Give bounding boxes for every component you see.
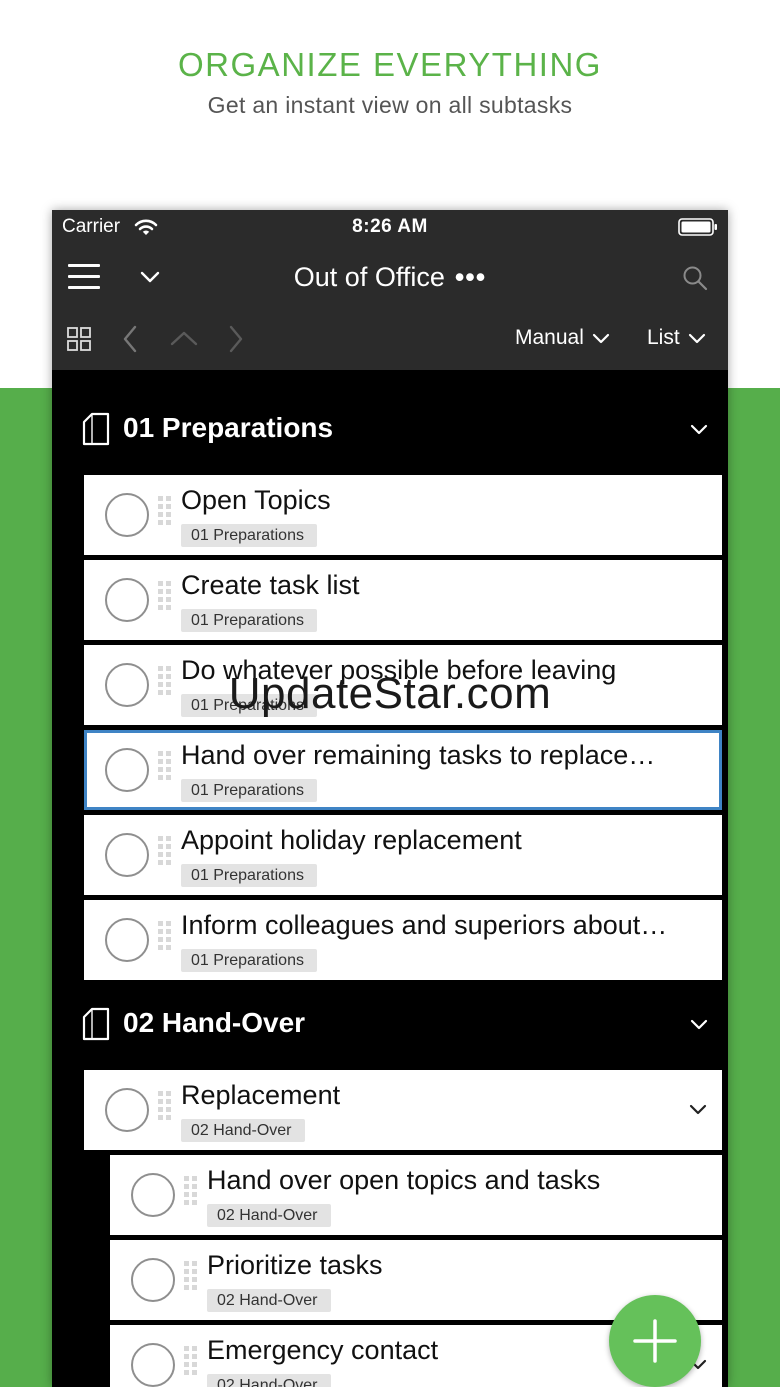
view-mode-label: List bbox=[647, 326, 680, 349]
task-checkbox[interactable] bbox=[105, 833, 149, 877]
group-header[interactable]: 02 Hand-Over bbox=[52, 965, 728, 1060]
drag-handle-icon[interactable] bbox=[158, 666, 172, 702]
plus-icon bbox=[633, 1319, 677, 1363]
task-title: Inform colleagues and superiors about… bbox=[181, 910, 668, 940]
sort-mode-dropdown[interactable]: Manual bbox=[515, 326, 610, 350]
battery-icon bbox=[678, 218, 717, 236]
subtask-row[interactable]: Hand over open topics and tasks 02 Hand-… bbox=[110, 1155, 722, 1235]
task-group-tag: 02 Hand-Over bbox=[207, 1374, 331, 1387]
notebook-icon bbox=[82, 412, 110, 446]
task-group-tag: 01 Preparations bbox=[181, 864, 317, 887]
drag-handle-icon[interactable] bbox=[158, 836, 172, 872]
chevron-down-icon bbox=[688, 334, 705, 344]
group-title: 02 Hand-Over bbox=[123, 1007, 306, 1038]
status-bar: Carrier 8:26 AM bbox=[52, 210, 728, 248]
task-group-tag: 02 Hand-Over bbox=[207, 1204, 331, 1227]
drag-handle-icon[interactable] bbox=[158, 751, 172, 787]
more-options-button[interactable]: ••• bbox=[455, 262, 486, 292]
page-title[interactable]: Out of Office ••• bbox=[52, 262, 728, 293]
toolbar: Manual List bbox=[52, 308, 728, 370]
task-checkbox[interactable] bbox=[131, 1343, 175, 1387]
task-checkbox[interactable] bbox=[105, 918, 149, 962]
task-checkbox[interactable] bbox=[131, 1173, 175, 1217]
task-checkbox[interactable] bbox=[131, 1258, 175, 1302]
navigation-bar: Out of Office ••• bbox=[52, 248, 728, 308]
task-checkbox[interactable] bbox=[105, 663, 149, 707]
device-screen: Carrier 8:26 AM Out of Office ••• Manual… bbox=[52, 210, 728, 1387]
task-checkbox[interactable] bbox=[105, 748, 149, 792]
task-group-tag: 02 Hand-Over bbox=[181, 1119, 305, 1142]
task-title: Emergency contact bbox=[207, 1335, 439, 1365]
chevron-down-icon[interactable] bbox=[689, 1103, 707, 1115]
task-title: Replacement bbox=[181, 1080, 341, 1110]
grid-icon[interactable] bbox=[67, 327, 91, 351]
task-row-selected[interactable]: Hand over remaining tasks to replace… 01… bbox=[84, 730, 722, 810]
group-title: 01 Preparations bbox=[123, 412, 334, 443]
task-row[interactable]: Replacement 02 Hand-Over bbox=[84, 1070, 722, 1150]
task-checkbox[interactable] bbox=[105, 493, 149, 537]
up-arrow-icon[interactable] bbox=[170, 330, 198, 346]
chevron-down-icon[interactable] bbox=[690, 423, 708, 435]
notebook-icon bbox=[82, 1007, 110, 1041]
drag-handle-icon[interactable] bbox=[158, 921, 172, 957]
task-checkbox[interactable] bbox=[105, 578, 149, 622]
drag-handle-icon[interactable] bbox=[184, 1261, 198, 1297]
screenshot-page: ORGANIZE EVERYTHING Get an instant view … bbox=[0, 0, 780, 1387]
task-group-tag: 01 Preparations bbox=[181, 694, 317, 717]
task-title: Hand over open topics and tasks bbox=[207, 1165, 601, 1195]
back-arrow-icon[interactable] bbox=[122, 325, 138, 353]
task-group-tag: 01 Preparations bbox=[181, 609, 317, 632]
sort-mode-label: Manual bbox=[515, 326, 584, 349]
task-title: Create task list bbox=[181, 570, 360, 600]
add-task-button[interactable] bbox=[609, 1295, 701, 1387]
task-row[interactable]: Do whatever possible before leaving 01 P… bbox=[84, 645, 722, 725]
task-row[interactable]: Open Topics 01 Preparations bbox=[84, 475, 722, 555]
task-title: Do whatever possible before leaving bbox=[181, 655, 617, 685]
drag-handle-icon[interactable] bbox=[184, 1346, 198, 1382]
task-group-tag: 01 Preparations bbox=[181, 524, 317, 547]
task-group-tag: 01 Preparations bbox=[181, 779, 317, 802]
list-title[interactable]: Out of Office bbox=[294, 262, 445, 292]
task-group-tag: 02 Hand-Over bbox=[207, 1289, 331, 1312]
task-list: 01 Preparations Open Topics 01 Preparati… bbox=[52, 370, 728, 1387]
promo-headline: ORGANIZE EVERYTHING bbox=[178, 46, 602, 83]
drag-handle-icon[interactable] bbox=[158, 496, 172, 532]
promo-subheadline: Get an instant view on all subtasks bbox=[207, 92, 573, 118]
task-title: Appoint holiday replacement bbox=[181, 825, 522, 855]
status-time: 8:26 AM bbox=[352, 216, 428, 237]
search-icon[interactable] bbox=[682, 265, 708, 291]
chevron-down-icon[interactable] bbox=[690, 1018, 708, 1030]
task-row[interactable]: Create task list 01 Preparations bbox=[84, 560, 722, 640]
task-title: Open Topics bbox=[181, 485, 331, 515]
chevron-down-icon bbox=[592, 334, 609, 344]
drag-handle-icon[interactable] bbox=[184, 1176, 198, 1212]
group-header[interactable]: 01 Preparations bbox=[52, 370, 728, 465]
task-title: Hand over remaining tasks to replace… bbox=[181, 740, 656, 770]
drag-handle-icon[interactable] bbox=[158, 581, 172, 617]
forward-arrow-icon[interactable] bbox=[228, 325, 244, 353]
drag-handle-icon[interactable] bbox=[158, 1091, 172, 1127]
view-mode-dropdown[interactable]: List bbox=[647, 326, 706, 350]
task-row[interactable]: Appoint holiday replacement 01 Preparati… bbox=[84, 815, 722, 895]
task-checkbox[interactable] bbox=[105, 1088, 149, 1132]
task-title: Prioritize tasks bbox=[207, 1250, 383, 1280]
